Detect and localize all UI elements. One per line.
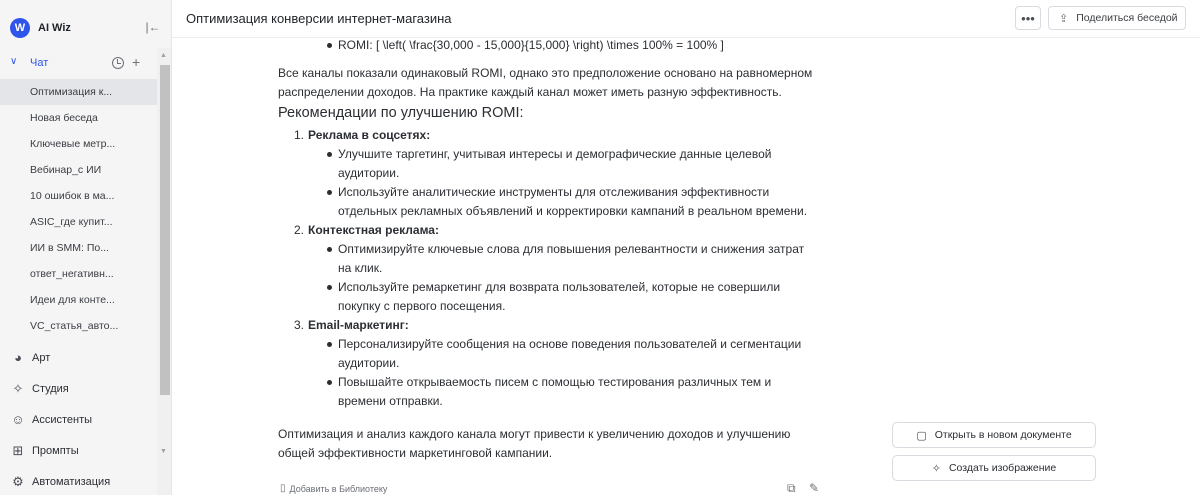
- open-doc-label: Открыть в новом документе: [934, 429, 1072, 441]
- share-label: Поделиться беседой: [1076, 12, 1178, 24]
- create-image-label: Создать изображение: [948, 462, 1057, 474]
- chat-section-label: Чат: [30, 57, 49, 69]
- paragraph-text: общей эффективности маркетинговой кампан…: [278, 446, 553, 460]
- nav-item-label: Промпты: [32, 444, 79, 457]
- scroll-up-icon[interactable]: ▲: [160, 52, 167, 59]
- paragraph-text: Все каналы показали одинаковый ROMI, одн…: [278, 66, 813, 80]
- list-item-title-text: Email-маркетинг:: [308, 318, 409, 332]
- chat-item[interactable]: ИИ в SMM: По...: [0, 235, 157, 261]
- list-bullet-cont: аудитории.: [338, 166, 400, 180]
- nav-list: ◕ Арт ✧ Студия ☺ Ассистенты ⊞ Промпты ⚙ …: [0, 342, 157, 495]
- list-bullet: Используйте ремаркетинг для возврата пол…: [278, 278, 838, 297]
- romi-formula-line: ROMI: [ \left( \frac{30,000 - 15,000}{15…: [278, 36, 838, 55]
- assistant-icon: ☺: [11, 412, 25, 427]
- more-options-button[interactable]: •••: [1015, 6, 1041, 30]
- list-item-title-text: Контекстная реклама:: [308, 223, 439, 237]
- collapse-sidebar-icon[interactable]: |←: [145, 19, 161, 35]
- nav-item-label: Студия: [32, 382, 69, 395]
- list-bullet: Оптимизируйте ключевые слова для повышен…: [278, 240, 838, 259]
- list-bullet-cont: времени отправки.: [338, 394, 443, 408]
- copy-icon[interactable]: ⧉: [787, 481, 796, 495]
- list-item-title: 3. Email-маркетинг:: [278, 316, 838, 335]
- assistant-message: ROMI: [ \left( \frac{30,000 - 15,000}{15…: [278, 36, 838, 463]
- chat-item[interactable]: Ключевые метр...: [0, 131, 157, 157]
- list-number: 2.: [294, 223, 305, 237]
- paragraph-text: распределении доходов. На практике кажды…: [278, 85, 782, 99]
- document-icon: ▢: [916, 429, 927, 442]
- sidebar-scrollbar-thumb[interactable]: [160, 65, 170, 395]
- list-bullet: Используйте аналитические инструменты дл…: [278, 183, 838, 202]
- page-title: Оптимизация конверсии интернет-магазина: [186, 11, 452, 26]
- nav-item-label: Автоматизация: [32, 475, 111, 488]
- chat-item[interactable]: 10 ошибок в ма...: [0, 183, 157, 209]
- list-number: 3.: [294, 318, 305, 332]
- brand-logo-icon: W: [10, 18, 30, 38]
- chevron-down-icon[interactable]: ∨: [10, 56, 17, 67]
- nav-item-studio[interactable]: ✧ Студия: [0, 373, 157, 404]
- section-heading: Рекомендации по улучшению ROMI:: [278, 105, 524, 121]
- list-bullet-cont: на клик.: [338, 261, 383, 275]
- list-bullet: Улучшите таргетинг, учитывая интересы и …: [278, 145, 838, 164]
- list-bullet: Персонализируйте сообщения на основе пов…: [278, 335, 838, 354]
- share-icon: ⇪: [1059, 12, 1069, 25]
- chat-item[interactable]: Идеи для конте...: [0, 287, 157, 313]
- scroll-down-icon[interactable]: ▼: [160, 448, 167, 455]
- chat-item[interactable]: ASIC_где купит...: [0, 209, 157, 235]
- library-icon: ▯: [280, 483, 286, 494]
- nav-item-art[interactable]: ◕ Арт: [0, 342, 157, 373]
- share-conversation-button[interactable]: ⇪ Поделиться беседой: [1048, 6, 1186, 30]
- chat-section-header[interactable]: ∨ Чат +: [0, 52, 157, 76]
- header: Оптимизация конверсии интернет-магазина …: [172, 0, 1200, 38]
- edit-icon[interactable]: ✎: [809, 481, 819, 495]
- history-icon[interactable]: [112, 57, 124, 69]
- chat-item[interactable]: Оптимизация к...: [0, 79, 157, 105]
- add-to-library-label: Добавить в Библиотеку: [289, 483, 388, 494]
- nav-item-automation[interactable]: ⚙ Автоматизация: [0, 466, 157, 495]
- nav-item-label: Ассистенты: [32, 413, 93, 426]
- chat-item[interactable]: Новая беседа: [0, 105, 157, 131]
- grid-icon: ⊞: [12, 442, 24, 458]
- list-bullet-cont: отдельных рекламных объявлений и коррект…: [338, 204, 808, 218]
- nav-item-label: Арт: [32, 351, 51, 364]
- add-to-library-button[interactable]: ▯ Добавить в Библиотеку: [280, 483, 387, 494]
- brand-name: AI Wiz: [38, 22, 71, 34]
- sidebar: W AI Wiz |← ∨ Чат + Оптимизация к... Нов…: [0, 0, 172, 495]
- list-bullet-cont: покупку с первого посещения.: [338, 299, 506, 313]
- new-chat-plus-icon[interactable]: +: [132, 54, 140, 70]
- chat-list: Оптимизация к... Новая беседа Ключевые м…: [0, 79, 157, 339]
- chat-item[interactable]: ответ_негативн...: [0, 261, 157, 287]
- list-item-title: 1. Реклама в соцсетях:: [278, 126, 838, 145]
- chat-item[interactable]: VC_статья_авто...: [0, 313, 157, 339]
- automation-icon: ⚙: [12, 473, 24, 489]
- chat-item[interactable]: Вебинар_с ИИ: [0, 157, 157, 183]
- list-bullet: Повышайте открываемость писем с помощью …: [278, 373, 838, 392]
- create-image-button[interactable]: ✧ Создать изображение: [892, 455, 1096, 481]
- sparkle-icon: ✧: [12, 380, 24, 396]
- list-item-title: 2. Контекстная реклама:: [278, 221, 838, 240]
- brand[interactable]: W AI Wiz: [10, 16, 71, 40]
- list-bullet-cont: аудитории.: [338, 356, 400, 370]
- sparkle-icon: ✧: [931, 462, 941, 475]
- nav-item-assistants[interactable]: ☺ Ассистенты: [0, 404, 157, 435]
- list-item-title-text: Реклама в соцсетях:: [308, 128, 431, 142]
- open-in-new-document-button[interactable]: ▢ Открыть в новом документе: [892, 422, 1096, 448]
- paragraph-text: Оптимизация и анализ каждого канала могу…: [278, 427, 791, 441]
- list-number: 1.: [294, 128, 305, 142]
- nav-item-prompts[interactable]: ⊞ Промпты: [0, 435, 157, 466]
- palette-icon: ◕: [14, 350, 22, 365]
